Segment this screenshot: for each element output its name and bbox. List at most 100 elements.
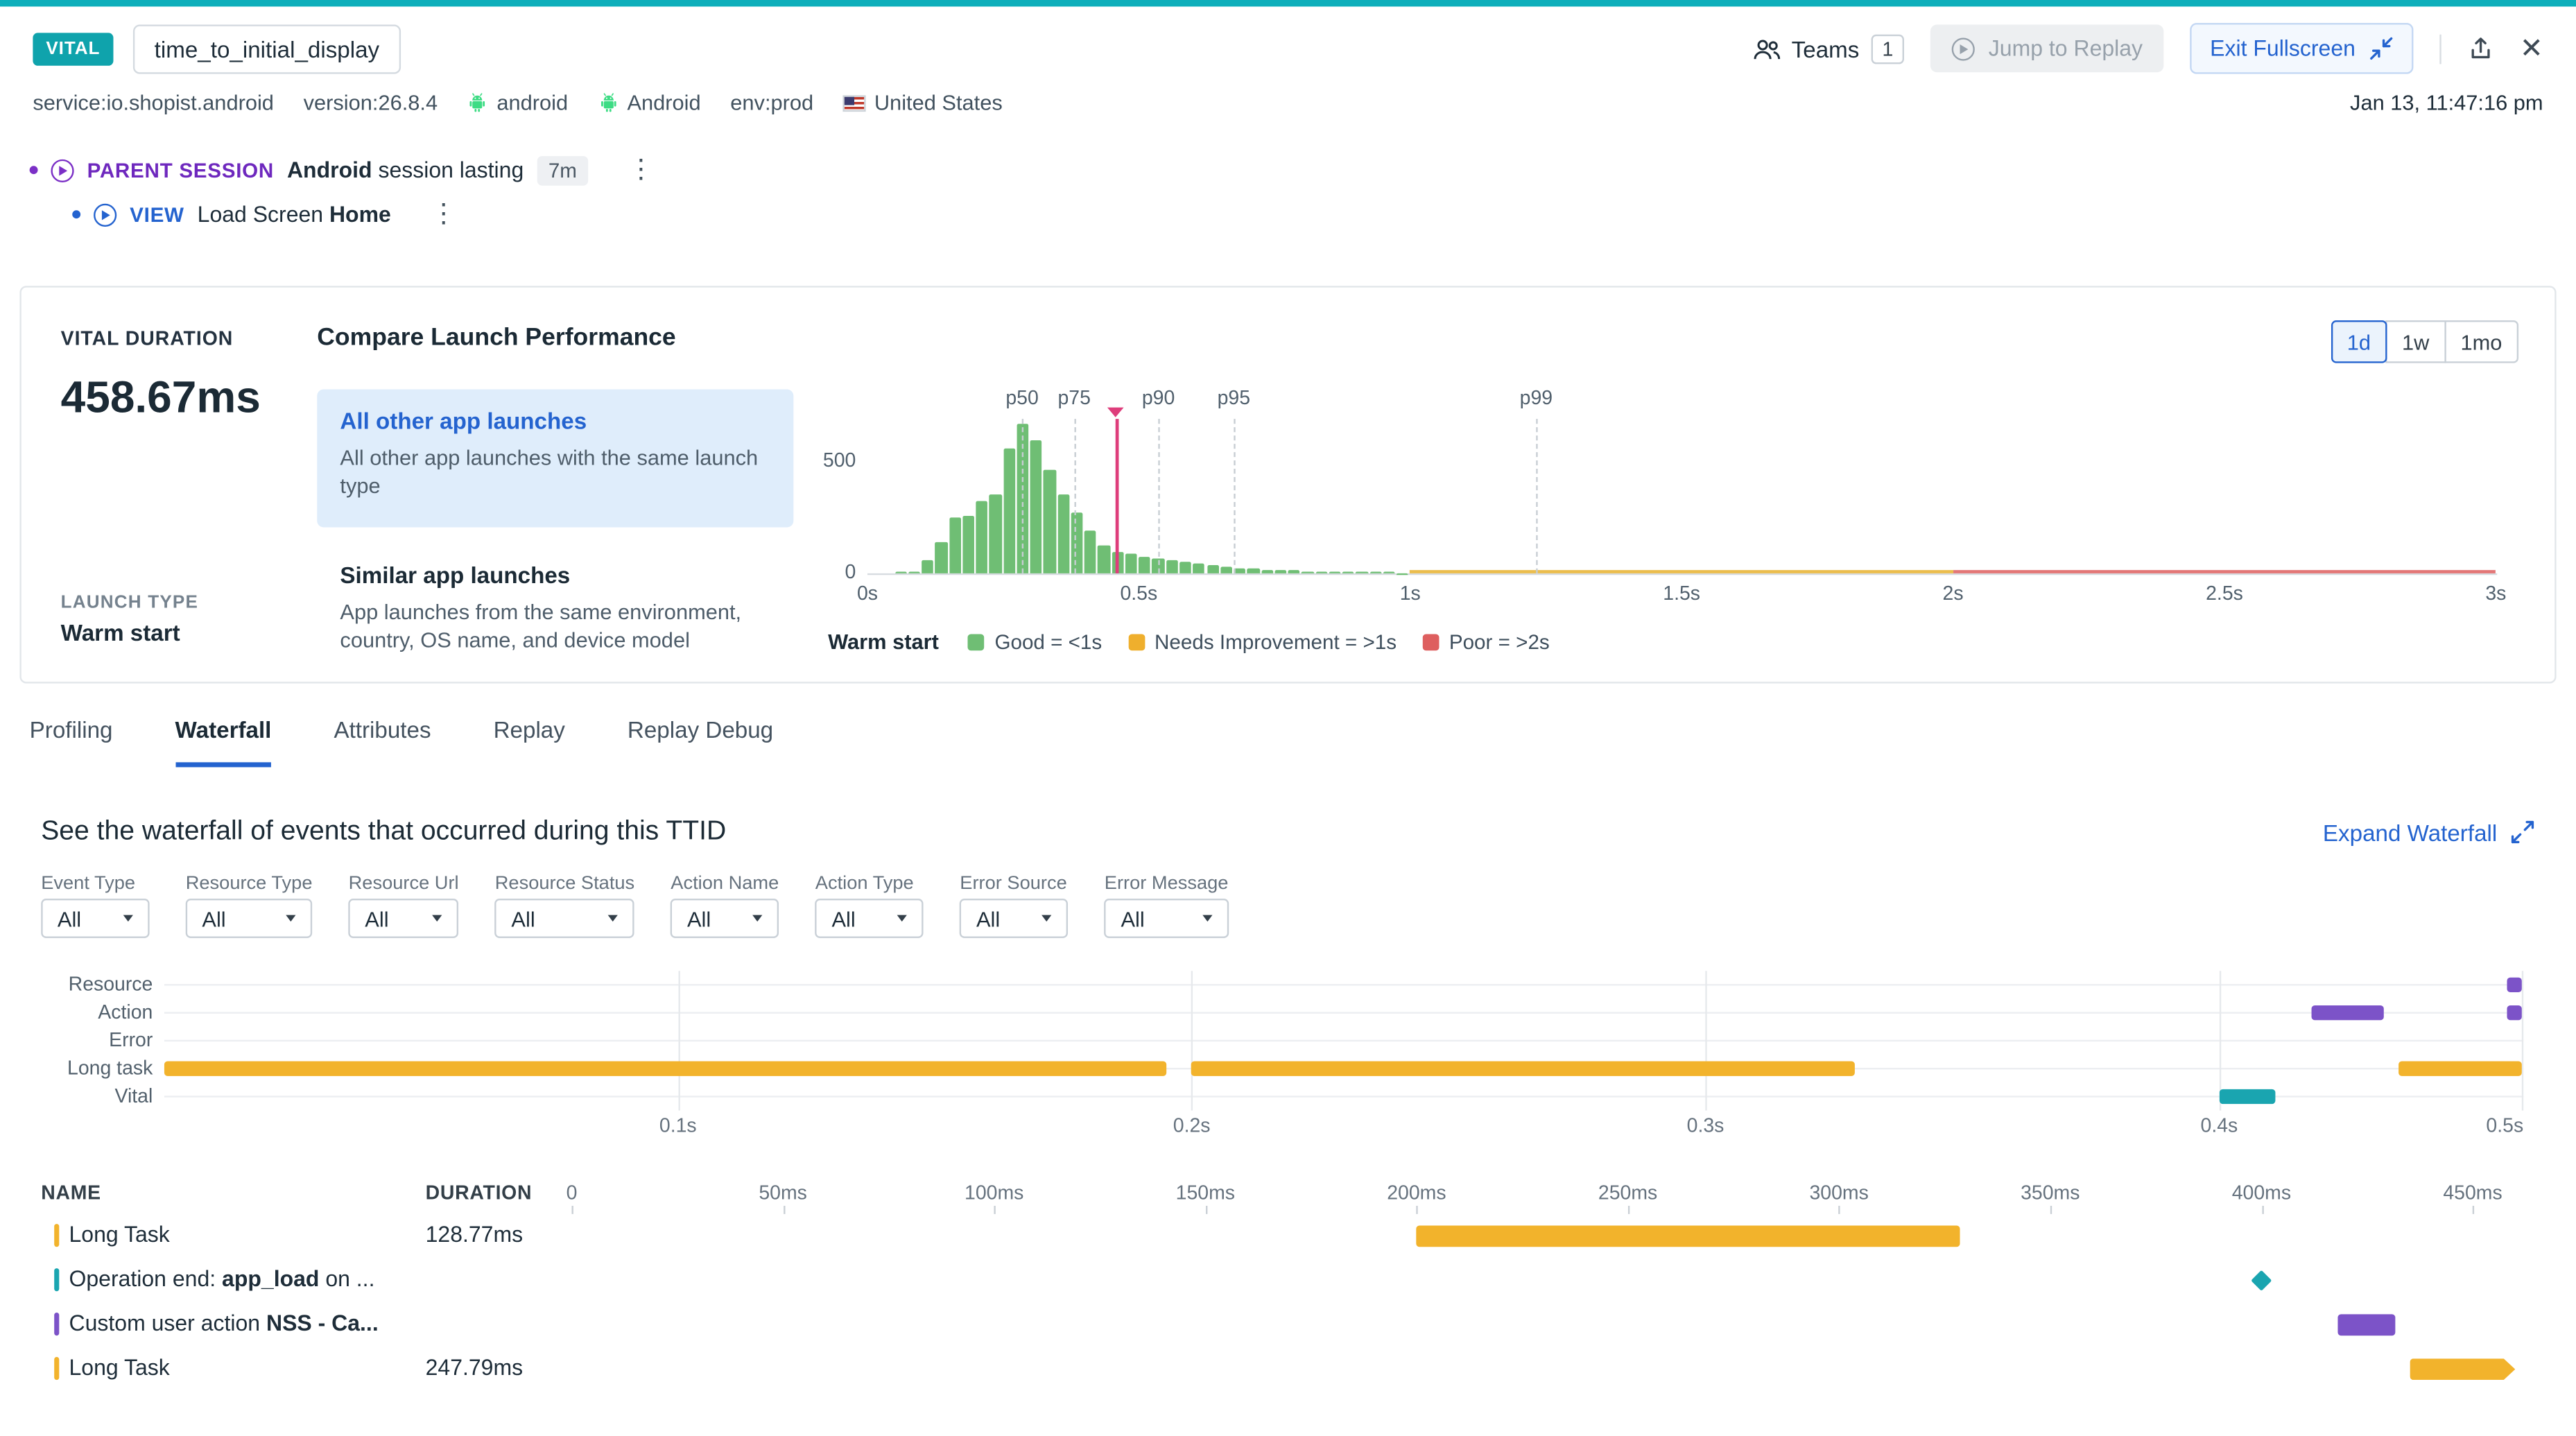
divider: [2439, 34, 2441, 64]
jump-to-replay-label: Jump to Replay: [1989, 36, 2143, 61]
range-button-1w[interactable]: 1w: [2385, 320, 2446, 363]
kebab-menu-icon[interactable]: ⋮: [628, 157, 654, 183]
launch-type-label: LAUNCH TYPE: [61, 593, 198, 612]
waterfall-row-2[interactable]: Custom user action NSS - Ca...: [0, 1303, 2576, 1347]
filter-select[interactable]: All: [671, 899, 779, 938]
minimap-chart[interactable]: 0.1s0.2s0.3s0.4s0.5s: [164, 971, 2523, 1110]
tag-2[interactable]: android: [467, 90, 568, 115]
tag-1[interactable]: version:26.8.4: [304, 90, 438, 115]
minimap-row-label-long-task: Long task: [0, 1056, 153, 1079]
timeline-tick-label: 250ms: [1598, 1181, 1657, 1204]
minimap-row-label-vital: Vital: [0, 1084, 153, 1107]
kebab-menu-icon[interactable]: ⋮: [431, 201, 457, 227]
tag-0[interactable]: service:io.shopist.android: [33, 90, 274, 115]
legend-item[interactable]: Needs Improvement = >1s: [1128, 630, 1397, 653]
timestamp: Jan 13, 11:47:16 pm: [2350, 90, 2543, 115]
hist-bar: [1179, 562, 1191, 573]
percentile-line-p50: [1022, 419, 1023, 573]
hist-bar: [1315, 571, 1327, 573]
tab-replay[interactable]: Replay: [494, 716, 565, 767]
event-duration: 247.79ms: [426, 1356, 523, 1381]
minimap-axis-label: 0.2s: [1173, 1114, 1211, 1136]
filter-select[interactable]: All: [349, 899, 459, 938]
session-duration-badge: 7m: [537, 155, 588, 185]
option-description: All other app launches with the same lau…: [340, 444, 770, 500]
bullet-icon: [30, 166, 38, 174]
tag-5[interactable]: United States: [843, 90, 1003, 115]
header-actions: Teams 1 Jump to Replay Exit Fullscreen ✕: [1752, 23, 2543, 73]
waterfall-minimap: ResourceActionErrorLong taskVital 0.1s0.…: [0, 971, 2576, 1141]
hist-bar: [1329, 571, 1340, 573]
expand-icon: [2510, 820, 2535, 845]
filter-select[interactable]: All: [41, 899, 149, 938]
expand-waterfall-button[interactable]: Expand Waterfall: [2323, 819, 2535, 845]
waterfall-row-1[interactable]: Operation end: app_load on ...: [0, 1258, 2576, 1303]
session-play-icon[interactable]: [51, 159, 74, 182]
tab-replay-debug[interactable]: Replay Debug: [628, 716, 773, 767]
legend-swatch: [969, 633, 985, 650]
waterfall-rows: Long Task 128.77ms Operation end: app_load…: [0, 1214, 2576, 1392]
range-button-1d[interactable]: 1d: [2331, 320, 2387, 363]
minimap-axis-label: 0.5s: [2486, 1114, 2523, 1136]
jump-to-replay-button[interactable]: Jump to Replay: [1931, 25, 2164, 73]
option-all-other-launches[interactable]: All other app launches All other app lau…: [317, 390, 793, 528]
duration-column-header: DURATION: [426, 1181, 533, 1204]
waterfall-row-3[interactable]: Long Task247.79ms: [0, 1347, 2576, 1392]
hist-bar: [949, 517, 960, 573]
filter-label: Action Type: [815, 874, 924, 893]
timeline-tick-mark: [2261, 1206, 2263, 1214]
chevron-down-icon: [1042, 915, 1052, 922]
hist-bar: [1084, 530, 1096, 573]
timeline-tick-label: 200ms: [1387, 1181, 1446, 1204]
teams-button[interactable]: Teams 1: [1752, 34, 1905, 64]
option-title: All other app launches: [340, 408, 770, 434]
hist-bar: [935, 542, 947, 573]
exit-fullscreen-button[interactable]: Exit Fullscreen: [2190, 23, 2413, 73]
view-play-icon[interactable]: [94, 203, 116, 226]
hist-bar: [962, 516, 974, 573]
tab-profiling[interactable]: Profiling: [30, 716, 113, 767]
hist-bar: [1044, 470, 1055, 573]
timeline-tick-label: 400ms: [2232, 1181, 2291, 1204]
vital-duration-value: 458.67ms: [61, 373, 261, 424]
view-link[interactable]: VIEW: [130, 203, 184, 226]
parent-session-link[interactable]: PARENT SESSION: [87, 159, 274, 182]
minimap-gridline: [678, 971, 680, 1110]
close-button[interactable]: ✕: [2520, 35, 2543, 62]
hist-bar: [1207, 566, 1218, 573]
top-accent-bar: [0, 0, 2576, 6]
hist-bar: [1261, 570, 1272, 573]
tab-waterfall[interactable]: Waterfall: [175, 716, 272, 767]
text-segment: NSS - Ca...: [266, 1311, 379, 1336]
tag-4[interactable]: env:prod: [730, 90, 813, 115]
legend-item[interactable]: Good = <1s: [969, 630, 1103, 653]
share-button[interactable]: [2467, 35, 2493, 62]
text-segment: Custom user action: [69, 1311, 266, 1336]
minimap-bar: [2219, 1089, 2275, 1104]
waterfall-table: NAME DURATION 050ms100ms150ms200ms250ms3…: [0, 1178, 2576, 1392]
filter-label: Error Message: [1105, 874, 1229, 893]
filter-select[interactable]: All: [495, 899, 634, 938]
hist-bar: [1125, 553, 1137, 573]
minimap-bar: [2507, 978, 2522, 992]
current-value-marker: [1115, 419, 1118, 573]
legend-item[interactable]: Poor = >2s: [1423, 630, 1550, 653]
waterfall-row-0[interactable]: Long Task 128.77ms: [0, 1214, 2576, 1258]
chevron-down-icon: [897, 915, 907, 922]
range-button-1mo[interactable]: 1mo: [2444, 320, 2518, 363]
filter-select[interactable]: All: [186, 899, 313, 938]
tab-attributes[interactable]: Attributes: [334, 716, 431, 767]
event-duration: 128.77ms: [426, 1222, 523, 1247]
filter-select[interactable]: All: [815, 899, 924, 938]
event-name: Custom user action NSS - Ca...: [69, 1311, 379, 1336]
option-similar-launches[interactable]: Similar app launches App launches from t…: [317, 544, 793, 672]
timeline-tick-mark: [783, 1206, 784, 1214]
histogram-legend: Warm start Good = <1sNeeds Improvement =…: [828, 629, 1550, 654]
tag-3[interactable]: Android: [598, 90, 701, 115]
filter-select[interactable]: All: [960, 899, 1068, 938]
percentile-line-p90: [1159, 419, 1160, 573]
event-name: Long Task: [69, 1222, 170, 1247]
filter-select[interactable]: All: [1105, 899, 1229, 938]
tag-label: android: [496, 90, 568, 115]
x-axis-tick: 3s: [2485, 582, 2506, 605]
